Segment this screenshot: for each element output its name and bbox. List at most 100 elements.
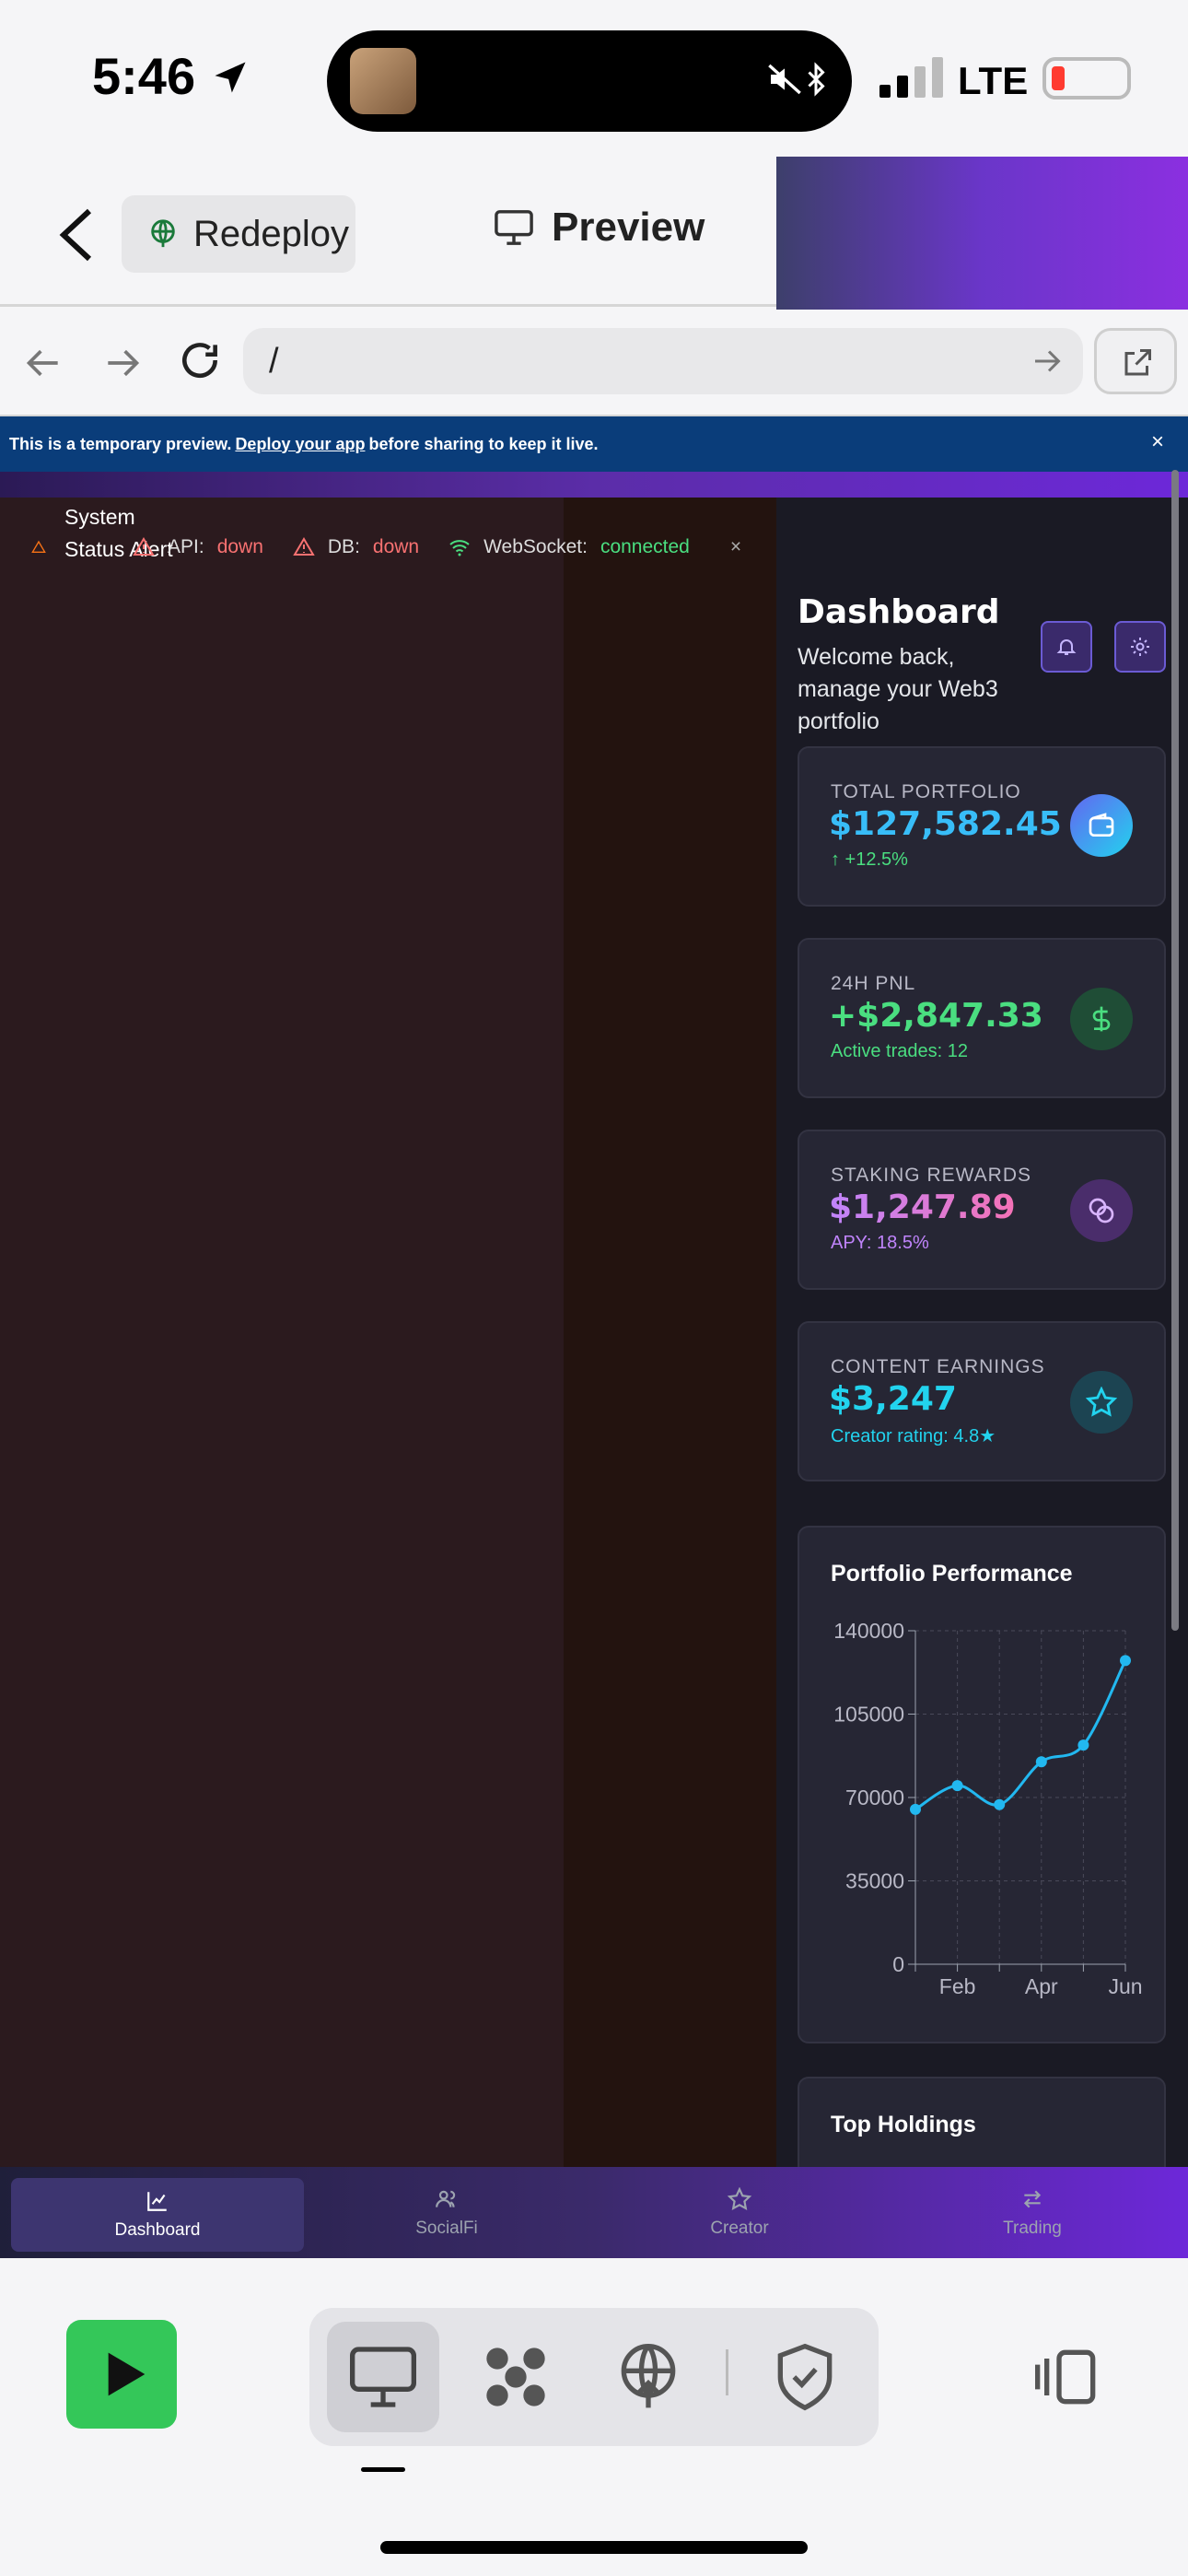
go-arrow-icon[interactable]: [1030, 345, 1063, 378]
card-label: 24H PNL: [831, 973, 916, 994]
star-icon: [1070, 1371, 1133, 1434]
notifications-button[interactable]: [1041, 621, 1092, 673]
selected-view-indicator: [361, 2467, 405, 2472]
api-warning-icon: [133, 537, 155, 556]
data-point: [1120, 1655, 1131, 1667]
data-point: [1035, 1756, 1047, 1768]
header-strip: [0, 472, 1188, 498]
external-link-icon: [1124, 349, 1151, 376]
nav-label: SocialFi: [415, 2218, 478, 2238]
data-point: [1077, 1739, 1089, 1751]
dashboard-title: Dashboard: [798, 593, 1000, 631]
monitor-icon[interactable]: [346, 2340, 420, 2414]
nav-trading[interactable]: Trading: [886, 2167, 1179, 2258]
chart-line-icon: [147, 2192, 167, 2211]
card-sub: Creator rating: 4.8★: [831, 1426, 996, 1446]
now-playing-thumbnail: [350, 48, 416, 114]
coins-icon: [1070, 1179, 1133, 1242]
status-time: 5:46: [92, 46, 250, 106]
db-warning-icon: [293, 537, 315, 556]
shield-check-icon[interactable]: [768, 2340, 842, 2414]
nav-label: Creator: [710, 2218, 769, 2238]
temporary-preview-banner: This is a temporary preview. Deploy your…: [0, 416, 1188, 472]
home-indicator: [380, 2541, 808, 2554]
preview-label: Preview: [552, 205, 705, 250]
card-label: TOTAL PORTFOLIO: [831, 781, 1021, 802]
card-value: +$2,847.33: [829, 997, 1043, 1035]
battery-level: [1052, 66, 1065, 90]
deploy-link[interactable]: Deploy your app: [235, 435, 365, 454]
workspace-icon[interactable]: [479, 2340, 553, 2414]
wallet-icon: [1070, 794, 1133, 857]
settings-button[interactable]: [1114, 621, 1166, 673]
alert-close-button[interactable]: ×: [730, 536, 741, 558]
bell-icon: [1056, 639, 1077, 655]
layout-toggle-icon[interactable]: [1031, 2340, 1105, 2414]
url-input[interactable]: /: [243, 328, 1083, 394]
nav-label: Trading: [1003, 2218, 1062, 2238]
ws-label: WebSocket:: [483, 536, 588, 557]
browser-back-icon[interactable]: [24, 343, 64, 383]
swap-arrows-icon: [1023, 2190, 1042, 2207]
card-value: $1,247.89: [829, 1188, 1016, 1226]
browser-forward-icon[interactable]: [101, 343, 142, 383]
ws-status: connected: [600, 536, 690, 557]
dashboard-header: [776, 157, 1188, 310]
dollar-icon: [1070, 988, 1133, 1050]
holdings-title: Top Holdings: [831, 2112, 976, 2137]
card-sub: ↑ +12.5%: [831, 849, 908, 870]
y-tick-label: 0: [892, 1952, 904, 1976]
deploy-globe-icon[interactable]: [611, 2340, 685, 2414]
banner-text-after: before sharing to keep it live.: [368, 434, 599, 453]
api-label: API:: [168, 536, 204, 557]
run-button[interactable]: [66, 2320, 177, 2429]
portfolio-chart: 140000 105000 70000 35000 0 Feb Apr Jun: [833, 1619, 1142, 1998]
banner-close-button[interactable]: ×: [1151, 429, 1164, 455]
data-point: [951, 1780, 963, 1792]
network-type: LTE: [958, 59, 1029, 102]
card-label: CONTENT EARNINGS: [831, 1356, 1045, 1377]
y-tick-label: 140000: [833, 1619, 904, 1643]
redeploy-label: Redeploy: [193, 213, 350, 254]
y-tick-label: 35000: [845, 1869, 904, 1893]
segment-divider: [726, 2349, 728, 2395]
warning-icon: [31, 540, 46, 553]
db-status: down: [372, 536, 420, 557]
data-point: [910, 1803, 921, 1815]
bluetooth-icon: [808, 62, 825, 97]
open-external-button[interactable]: [1094, 328, 1177, 394]
monitor-icon: [495, 210, 533, 245]
card-label: STAKING REWARDS: [831, 1165, 1032, 1186]
preview-scrollbar[interactable]: [1171, 470, 1179, 1631]
wifi-icon: [449, 540, 470, 556]
globe-upload-icon: [151, 219, 175, 248]
card-value: $127,582.45: [829, 805, 1062, 843]
reload-icon[interactable]: [177, 337, 223, 383]
db-label: DB:: [327, 536, 360, 557]
nav-dashboard[interactable]: Dashboard: [11, 2178, 304, 2252]
users-icon: [436, 2190, 456, 2207]
data-point: [994, 1798, 1006, 1810]
series-line: [914, 1659, 1127, 1811]
y-tick-label: 70000: [845, 1786, 904, 1809]
x-tick-label: Feb: [939, 1974, 976, 1998]
gear-icon: [1131, 638, 1149, 656]
dashboard-subtitle: Welcome back, manage your Web3 portfolio: [798, 644, 998, 734]
alert-status-row: API: down DB: down WebSocket: connected …: [31, 536, 741, 558]
banner-text: This is a temporary preview.: [9, 434, 232, 453]
nav-creator[interactable]: Creator: [593, 2167, 886, 2258]
x-tick-label: Apr: [1025, 1974, 1058, 1998]
status-alert-shade: [564, 498, 776, 2258]
card-value: $3,247: [829, 1380, 957, 1418]
location-icon: [215, 62, 246, 93]
url-text: /: [269, 341, 279, 381]
play-icon: [108, 2352, 146, 2396]
nav-label: Dashboard: [114, 2220, 201, 2240]
card-sub: APY: 18.5%: [831, 1233, 929, 1253]
silent-mode-icon: [768, 64, 801, 95]
nav-socialfi[interactable]: SocialFi: [300, 2167, 593, 2258]
chart-title: Portfolio Performance: [831, 1561, 1073, 1587]
card-sub: Active trades: 12: [831, 1041, 968, 1061]
redeploy-button[interactable]: Redeploy: [122, 195, 355, 273]
back-icon[interactable]: [55, 207, 101, 263]
